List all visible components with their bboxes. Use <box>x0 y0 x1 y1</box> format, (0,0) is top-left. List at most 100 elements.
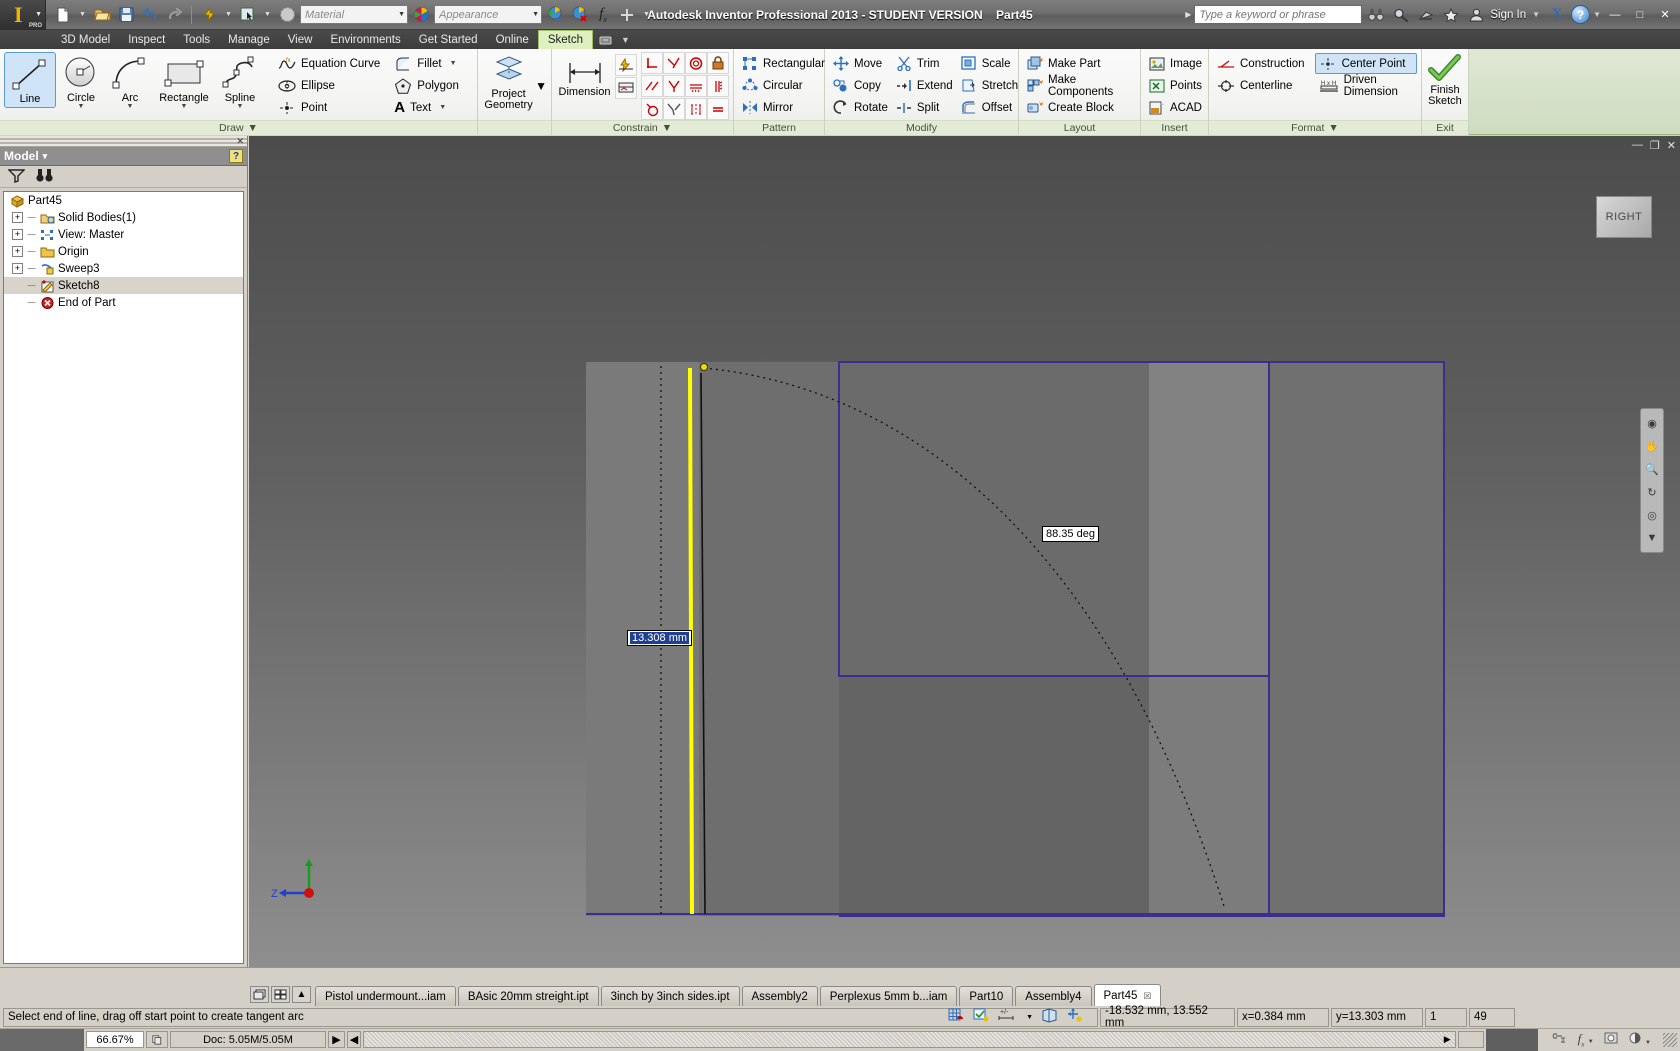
tool-circular-pattern[interactable]: Circular <box>738 75 829 96</box>
tree-node-view-master[interactable]: + ─ View: Master <box>4 226 243 243</box>
constraint-collinear-button[interactable] <box>641 75 663 97</box>
adjust-appearance-button[interactable] <box>544 4 566 26</box>
undo-button[interactable] <box>139 4 161 26</box>
help-dropdown-icon[interactable]: ▼ <box>1593 10 1601 19</box>
tree-node-sketch8[interactable]: ─ Sketch8 <box>4 277 243 294</box>
sign-in-label[interactable]: Sign In <box>1490 9 1526 21</box>
tool-center-point[interactable]: Center Point <box>1315 53 1417 74</box>
tool-rectangular-pattern[interactable]: Rectangular <box>738 53 829 74</box>
zoom-level-field[interactable]: 66.67% <box>86 1031 144 1048</box>
browser-help-icon[interactable]: ? <box>229 149 243 163</box>
chevron-down-icon[interactable]: ▼ <box>1328 122 1338 134</box>
tool-split[interactable]: Split <box>892 97 957 118</box>
chevron-down-icon[interactable]: ▼ <box>1644 530 1660 546</box>
clear-appearance-button[interactable] <box>568 4 590 26</box>
broadcast-icon[interactable] <box>1415 4 1437 26</box>
tool-offset[interactable]: Offset <box>957 97 1022 118</box>
tool-point[interactable]: Point <box>274 97 384 118</box>
zoom-icon[interactable]: 🔍 <box>1644 461 1660 477</box>
orbit-icon[interactable]: ↻ <box>1644 484 1660 500</box>
chevron-down-icon[interactable]: ▼ <box>532 11 539 18</box>
constraint-vertical-button[interactable] <box>707 75 729 97</box>
chevron-down-icon[interactable]: ▼ <box>78 104 85 110</box>
constraint-fix-button[interactable] <box>707 52 729 74</box>
search-binoculars-icon[interactable] <box>1365 4 1387 26</box>
constraint-smooth-button[interactable] <box>663 98 685 120</box>
search-input[interactable] <box>1194 5 1362 24</box>
model-tree[interactable]: Part45 + ─ Solid Bodies(1) + ─ View: Mas… <box>3 191 244 964</box>
constraint-horizontal-button[interactable] <box>685 75 707 97</box>
slice-graphics-icon[interactable] <box>1041 1008 1058 1026</box>
panel-title-format[interactable]: Format ▼ <box>1209 120 1421 135</box>
expander-plus-icon[interactable]: + <box>12 229 23 240</box>
memory-scroll-right-icon[interactable]: ▶ <box>328 1031 345 1048</box>
tab-sketch[interactable]: Sketch <box>538 30 593 49</box>
tool-stretch[interactable]: Stretch <box>957 75 1022 96</box>
constraint-perpendicular-button[interactable] <box>641 52 663 74</box>
tool-text[interactable]: A Text ▼ <box>390 97 463 118</box>
tool-polygon[interactable]: Polygon <box>390 75 463 96</box>
autodesk-exchange-icon[interactable]: X <box>1546 4 1568 26</box>
chevron-down-icon[interactable]: ▾ <box>43 151 48 162</box>
scroll-right-icon[interactable]: ▶ <box>1444 1034 1455 1045</box>
tool-rotate[interactable]: Rotate <box>829 97 892 118</box>
constraint-coincident-button[interactable] <box>663 75 685 97</box>
search-expand-icon[interactable]: ▶ <box>1185 10 1191 19</box>
tool-copy[interactable]: Copy <box>829 75 892 96</box>
update-button[interactable] <box>198 4 220 26</box>
open-file-button[interactable] <box>91 4 113 26</box>
dynamic-input-icon[interactable] <box>1066 1008 1083 1026</box>
expander-plus-icon[interactable]: + <box>12 246 23 257</box>
tab-3d-model[interactable]: 3D Model <box>52 30 119 49</box>
constraint-concentric-button[interactable] <box>641 98 663 120</box>
save-button[interactable] <box>115 4 137 26</box>
appearance-color-icon[interactable] <box>410 4 432 26</box>
chevron-down-icon[interactable]: ▼ <box>248 122 258 134</box>
viewport-restore-button[interactable]: ❐ <box>1650 139 1660 152</box>
add-tool-button[interactable] <box>616 4 638 26</box>
chevron-down-icon[interactable]: ▼ <box>127 104 134 110</box>
tool-arc[interactable]: Arc ▼ <box>106 52 154 112</box>
chevron-down-icon[interactable]: ▼ <box>439 104 446 111</box>
tab-tools[interactable]: Tools <box>174 30 219 49</box>
horizontal-scroll-track[interactable]: ▶ <box>363 1031 1456 1048</box>
select-mode-button[interactable] <box>237 4 259 26</box>
minimize-button[interactable]: — <box>1604 7 1626 23</box>
chevron-down-icon[interactable]: ▼ <box>1026 1014 1033 1021</box>
chevron-down-icon[interactable]: ▼ <box>398 11 405 18</box>
chevron-down-icon[interactable]: ▼ <box>535 79 547 93</box>
close-button[interactable]: ✕ <box>1654 7 1676 23</box>
maximize-button[interactable]: □ <box>1629 7 1651 23</box>
application-button[interactable]: I PRO ▼ <box>0 0 46 30</box>
cascade-windows-button[interactable] <box>250 986 269 1003</box>
tab-scroll-up-button[interactable]: ▲ <box>292 986 311 1003</box>
tool-dimension[interactable]: Dimension <box>556 58 613 100</box>
tool-make-components[interactable]: Make Components <box>1023 75 1136 96</box>
tool-points-import[interactable]: Points <box>1145 75 1206 96</box>
tool-equation-curve[interactable]: fx Equation Curve <box>274 53 384 74</box>
appearance-combobox[interactable]: Appearance ▼ <box>434 5 542 24</box>
tool-centerline[interactable]: Centerline <box>1213 75 1309 96</box>
signin-dropdown-icon[interactable]: ▼ <box>1532 10 1540 19</box>
tool-ellipse[interactable]: Ellipse <box>274 75 384 96</box>
tool-image[interactable]: Image <box>1145 53 1206 74</box>
document-tab-part45[interactable]: Part45 ☒ <box>1094 984 1162 1007</box>
chevron-down-icon[interactable]: ▼ <box>237 104 244 110</box>
show-constraints-button[interactable] <box>615 77 637 99</box>
constraint-equal-button[interactable] <box>707 98 729 120</box>
document-tab-basic-20mm[interactable]: BAsic 20mm streight.ipt <box>458 986 599 1007</box>
tool-make-part[interactable]: Make Part <box>1023 53 1136 74</box>
pan-icon[interactable]: ✋ <box>1644 438 1660 454</box>
redo-button[interactable] <box>163 4 185 26</box>
navigation-bar[interactable]: ◉ ✋ 🔍 ↻ ◎ ▼ <box>1640 408 1664 553</box>
document-tab-assembly2[interactable]: Assembly2 <box>742 986 818 1007</box>
tool-construction[interactable]: Construction <box>1213 53 1309 74</box>
viewport-minimize-button[interactable]: — <box>1632 139 1643 152</box>
search-magnifier-icon[interactable] <box>1390 4 1412 26</box>
tool-create-block[interactable]: Create Block <box>1023 97 1136 118</box>
user-account-icon[interactable] <box>1465 4 1487 26</box>
tool-rectangle[interactable]: Rectangle ▼ <box>154 52 214 112</box>
close-icon[interactable]: ☒ <box>1143 991 1151 1002</box>
tree-node-origin[interactable]: + ─ Origin <box>4 243 243 260</box>
tree-node-end-of-part[interactable]: ─ End of Part <box>4 294 243 311</box>
